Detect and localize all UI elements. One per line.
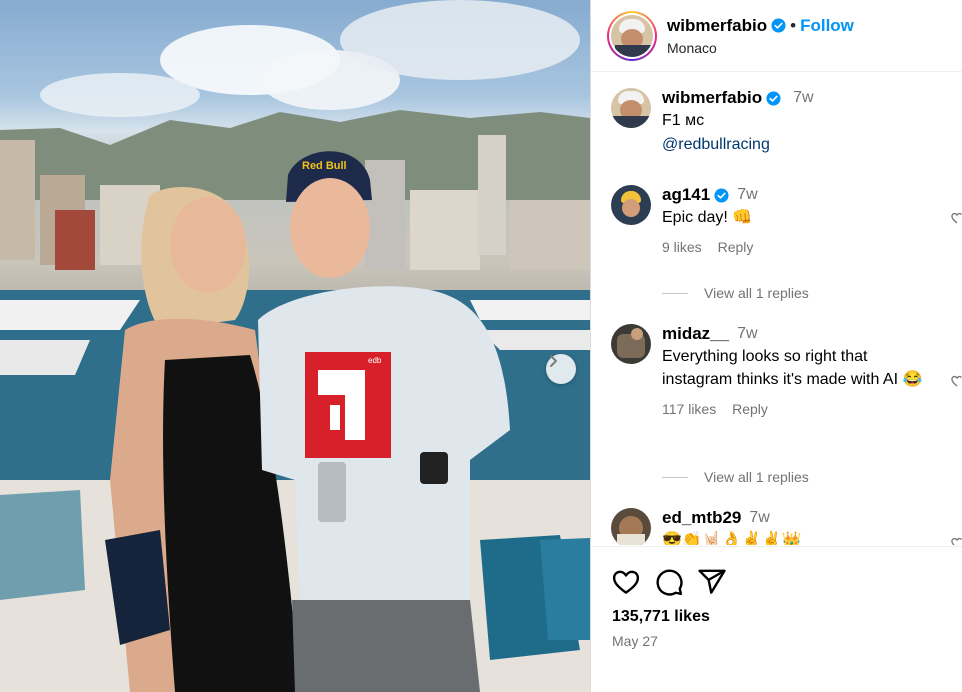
author-avatar[interactable] [607, 10, 657, 61]
cap-logo: Red Bull [302, 160, 347, 172]
comments-list[interactable]: wibmerfabio 7w F1 мс @redbullracing ag14… [591, 73, 962, 545]
likes-count[interactable]: 135,771 likes [612, 608, 710, 626]
post-actions: 135,771 likes May 27 [591, 546, 962, 692]
comment-text: Epic day! 👊 [662, 209, 753, 226]
like-comment-heart-icon[interactable] [951, 536, 962, 545]
comment-text: 😎👏🤘🏻👌✌️✌️👑 [662, 532, 802, 545]
like-comment-heart-icon[interactable] [951, 211, 962, 225]
caption-time[interactable]: 7w [793, 89, 813, 107]
divider-line [662, 476, 688, 478]
caption-text: F1 мс [662, 112, 705, 129]
photo-illustration [0, 0, 590, 692]
verified-badge-icon [771, 18, 786, 33]
divider-line [662, 292, 688, 294]
comment-time[interactable]: 7w [737, 186, 757, 204]
comment-bubble-icon[interactable] [654, 567, 684, 597]
comment-username[interactable]: ed_mtb29 [662, 508, 741, 528]
reply-button[interactable]: Reply [732, 401, 768, 417]
comment-text: Everything looks so right that instagram… [662, 348, 923, 388]
author-username[interactable]: wibmerfabio [667, 16, 767, 36]
caption-username[interactable]: wibmerfabio [662, 88, 762, 108]
reply-button[interactable]: Reply [718, 239, 754, 255]
post-date[interactable]: May 27 [612, 633, 658, 649]
comment-avatar[interactable] [611, 508, 651, 545]
comment-time[interactable]: 7w [749, 509, 769, 527]
follow-button[interactable]: Follow [800, 16, 854, 36]
comment-item: ag141 7w Epic day! 👊 9 likes Reply [611, 185, 962, 255]
post-header: wibmerfabio • Follow Monaco [591, 0, 962, 72]
separator-dot: • [790, 15, 797, 35]
comment-time[interactable]: 7w [737, 325, 757, 343]
comment-avatar[interactable] [611, 324, 651, 364]
post-photo[interactable]: Red Bull edb [0, 0, 590, 692]
comment-likes[interactable]: 9 likes [662, 239, 702, 255]
caption-avatar[interactable] [611, 88, 651, 128]
shirt-logo-text: edb [368, 356, 382, 365]
caption-mention[interactable]: @redbullracing [662, 133, 942, 156]
like-comment-heart-icon[interactable] [951, 374, 962, 388]
like-heart-icon[interactable] [611, 567, 641, 597]
comment-username[interactable]: ag141 [662, 185, 710, 205]
caption: wibmerfabio 7w F1 мс @redbullracing [611, 88, 942, 156]
chevron-right-icon [550, 355, 557, 367]
comment-avatar[interactable] [611, 185, 651, 225]
view-replies-label[interactable]: View all 1 replies [704, 469, 809, 485]
verified-badge-icon [714, 187, 729, 203]
comment-username[interactable]: midaz__ [662, 324, 729, 344]
comment-item: midaz__ 7w Everything looks so right tha… [611, 324, 962, 417]
share-paper-plane-icon[interactable] [697, 567, 727, 597]
view-replies-label[interactable]: View all 1 replies [704, 285, 809, 301]
view-replies-button[interactable]: View all 1 replies [662, 285, 809, 301]
comment-item: ed_mtb29 7w 😎👏🤘🏻👌✌️✌️👑 [611, 508, 962, 545]
view-replies-button[interactable]: View all 1 replies [662, 469, 809, 485]
post-location[interactable]: Monaco [667, 40, 854, 56]
comment-likes[interactable]: 117 likes [662, 401, 716, 417]
post-sidebar: wibmerfabio • Follow Monaco wibmerfabio … [590, 0, 962, 692]
next-image-button[interactable] [546, 354, 576, 384]
verified-badge-icon [766, 90, 781, 106]
